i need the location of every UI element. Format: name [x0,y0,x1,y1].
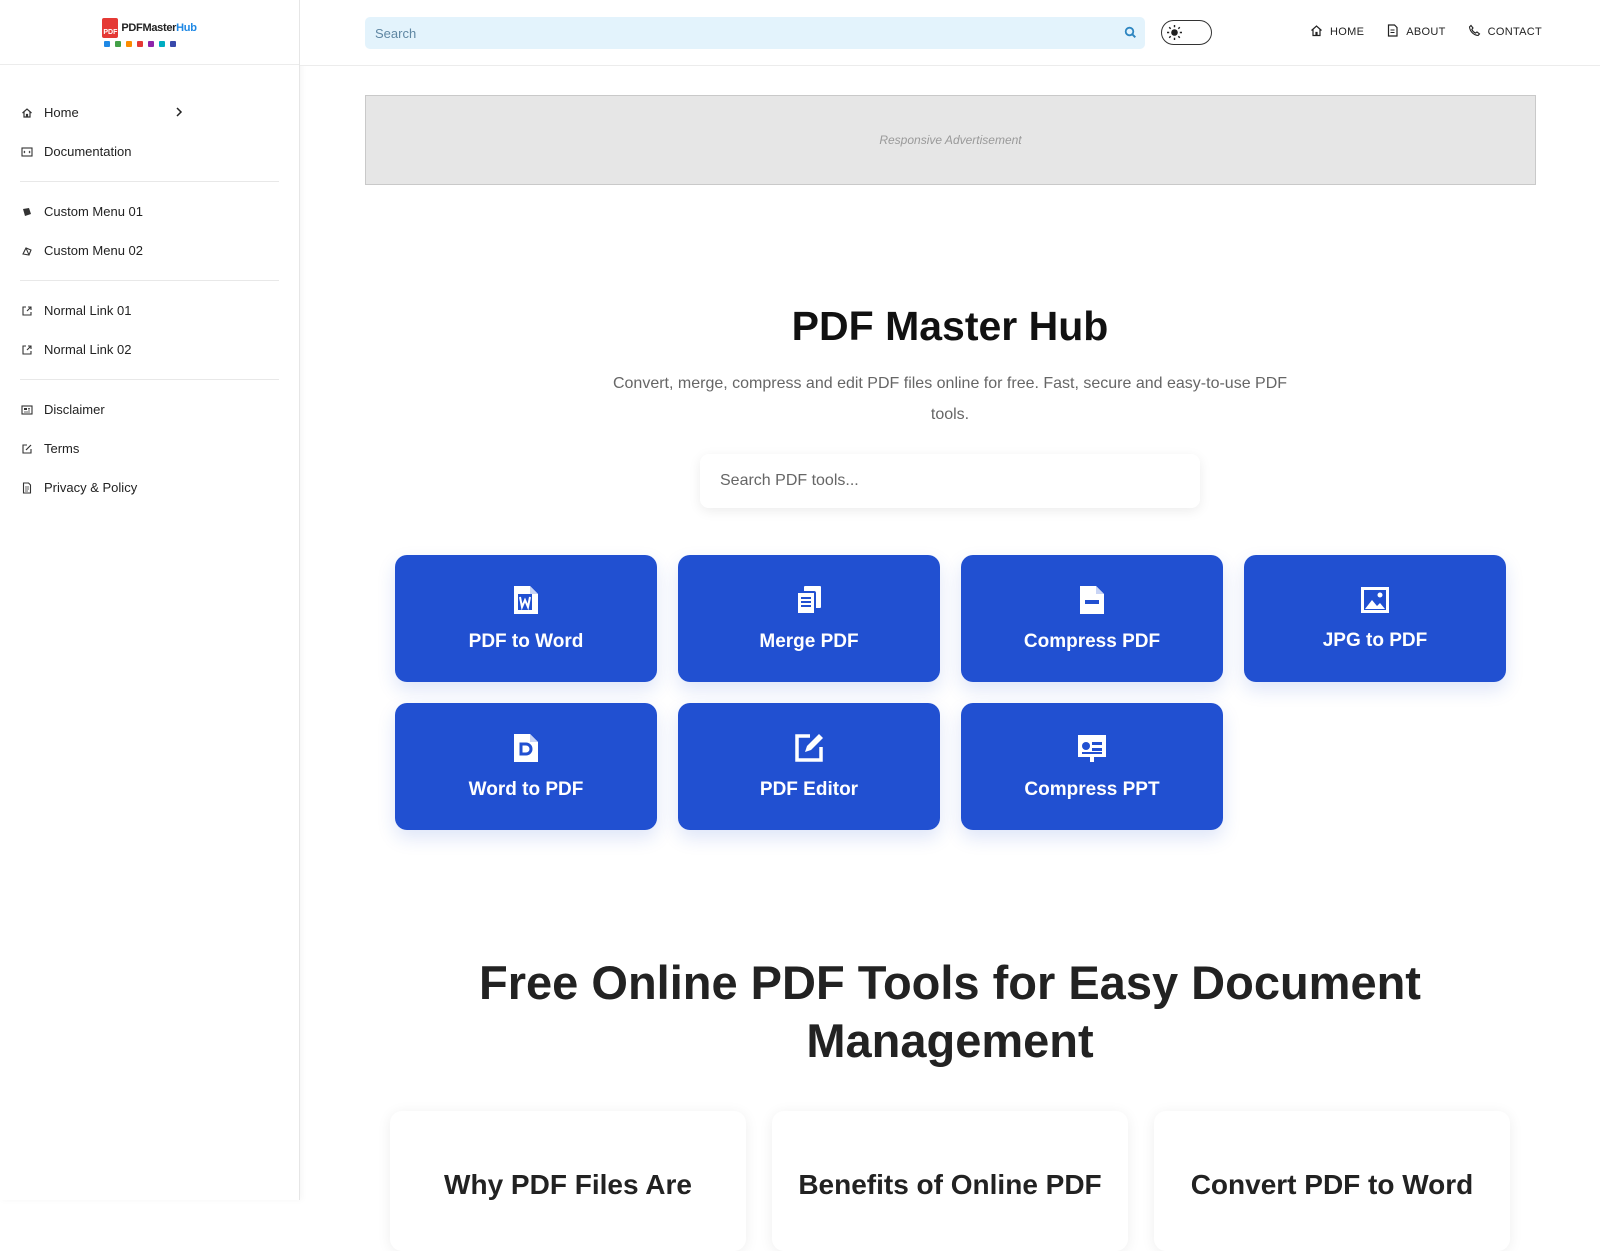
logo-badge: PDF [102,17,119,38]
file-pdf-icon [511,732,541,779]
advertisement-label: Responsive Advertisement [879,133,1022,147]
tool-card-compress-pdf[interactable]: Compress PDF [961,555,1223,682]
tool-search [700,454,1200,508]
sidebar-group-legal: Disclaimer Terms Privacy & Policy [20,380,279,517]
sidebar-item-home[interactable]: Home [20,93,279,132]
home-icon [1310,24,1323,40]
logo[interactable]: PDF PDFMasterHub [0,0,299,65]
top-nav-about[interactable]: ABOUT [1386,24,1445,40]
sidebar-item-label: Disclaimer [44,402,105,417]
top-nav-home[interactable]: HOME [1310,24,1364,40]
tools-grid: PDF to Word Merge PDF Compress PDF JPG t… [395,555,1506,830]
image-icon [1359,585,1391,630]
sidebar-item-normal-link-01[interactable]: Normal Link 01 [20,291,279,330]
tool-label: PDF Editor [759,779,859,800]
sun-icon [1166,24,1183,46]
external-link-icon [20,304,34,318]
advertisement-banner[interactable]: Responsive Advertisement [365,95,1536,185]
top-nav: HOME ABOUT CONTACT [1310,24,1542,40]
tool-card-jpg-to-pdf[interactable]: JPG to PDF [1244,555,1506,682]
sidebar-item-label: Privacy & Policy [44,480,138,495]
logo-main-text: PDFMaster [121,21,177,34]
copy-files-icon [794,584,824,631]
tool-label: Merge PDF [759,631,859,652]
pen-square-icon [793,732,825,779]
tool-label: Compress PPT [1024,779,1160,800]
sidebar-item-label: Normal Link 02 [44,342,132,357]
tool-card-merge-pdf[interactable]: Merge PDF [678,555,940,682]
tool-label: Compress PDF [1023,631,1161,652]
info-card-title: Benefits of Online PDF [798,1169,1102,1200]
chevron-right-icon[interactable] [175,105,183,120]
info-cards: Why PDF Files Are Benefits of Online PDF… [390,1111,1510,1251]
sidebar-nav: Home Documentation Custom Menu 01 Custom… [0,65,299,517]
tool-label: JPG to PDF [1322,630,1428,651]
sidebar-item-custom-menu-01[interactable]: Custom Menu 01 [20,192,279,231]
tool-card-pdf-editor[interactable]: PDF Editor [678,703,940,830]
sidebar-item-label: Home [44,105,79,120]
info-card-title: Why PDF Files Are [444,1169,692,1200]
sidebar-item-label: Custom Menu 01 [44,204,143,219]
top-header: HOME ABOUT CONTACT [300,0,1600,66]
main-content: Responsive Advertisement PDF Master Hub … [300,66,1600,1251]
sidebar-item-documentation[interactable]: Documentation [20,132,279,171]
page-title: PDF Master Hub [791,303,1109,349]
home-icon [20,106,34,120]
sidebar-item-label: Terms [44,441,80,456]
top-nav-label: HOME [1330,26,1365,38]
code-icon [20,145,34,159]
tool-card-pdf-to-word[interactable]: PDF to Word [395,555,657,682]
logo-dots [104,40,177,47]
edit-icon [20,442,34,456]
sidebar-item-label: Normal Link 01 [44,303,132,318]
sidebar-item-normal-link-02[interactable]: Normal Link 02 [20,330,279,369]
sidebar-item-label: Documentation [44,144,132,159]
hero-subtitle: Convert, merge, compress and edit PDF fi… [612,375,1288,423]
search-icon[interactable] [1124,26,1137,44]
tool-card-word-to-pdf[interactable]: Word to PDF [395,703,657,830]
sidebar-item-terms[interactable]: Terms [20,429,279,468]
top-nav-label: CONTACT [1487,26,1543,38]
file-minus-icon [1077,584,1107,631]
tool-card-compress-ppt[interactable]: Compress PPT [961,703,1223,830]
header-search [365,17,1145,49]
info-card[interactable]: Why PDF Files Are [390,1111,746,1251]
layers-icon [20,244,34,258]
file-word-icon [511,584,541,631]
tool-label: Word to PDF [468,779,584,800]
tool-search-input[interactable] [700,454,1200,508]
document-icon [1386,24,1399,40]
news-icon [20,403,34,417]
sidebar-item-label: Custom Menu 02 [44,243,143,258]
info-card[interactable]: Benefits of Online PDF [772,1111,1128,1251]
sidebar-item-privacy-policy[interactable]: Privacy & Policy [20,468,279,507]
info-card-title: Convert PDF to Word [1190,1169,1474,1200]
presentation-icon [1076,732,1108,779]
external-link-icon [20,343,34,357]
document-icon [20,481,34,495]
header-search-input[interactable] [365,17,1145,49]
sidebar-item-custom-menu-02[interactable]: Custom Menu 02 [20,231,279,270]
sidebar-group-main: Home Documentation [20,83,279,182]
sidebar-group-links: Normal Link 01 Normal Link 02 [20,281,279,380]
sidebar-group-custom: Custom Menu 01 Custom Menu 02 [20,182,279,281]
sidebar: PDF PDFMasterHub Home Documentation Cust [0,0,300,1200]
theme-toggle[interactable] [1161,20,1212,45]
tool-label: PDF to Word [468,631,584,652]
section-title: Free Online PDF Tools for Easy Document … [479,956,1421,1067]
phone-icon [1468,24,1481,40]
sidebar-item-disclaimer[interactable]: Disclaimer [20,390,279,429]
top-nav-label: ABOUT [1406,26,1446,38]
top-nav-contact[interactable]: CONTACT [1468,24,1542,40]
info-card[interactable]: Convert PDF to Word [1154,1111,1510,1251]
logo-accent-text: Hub [176,21,197,34]
book-icon [20,205,34,219]
